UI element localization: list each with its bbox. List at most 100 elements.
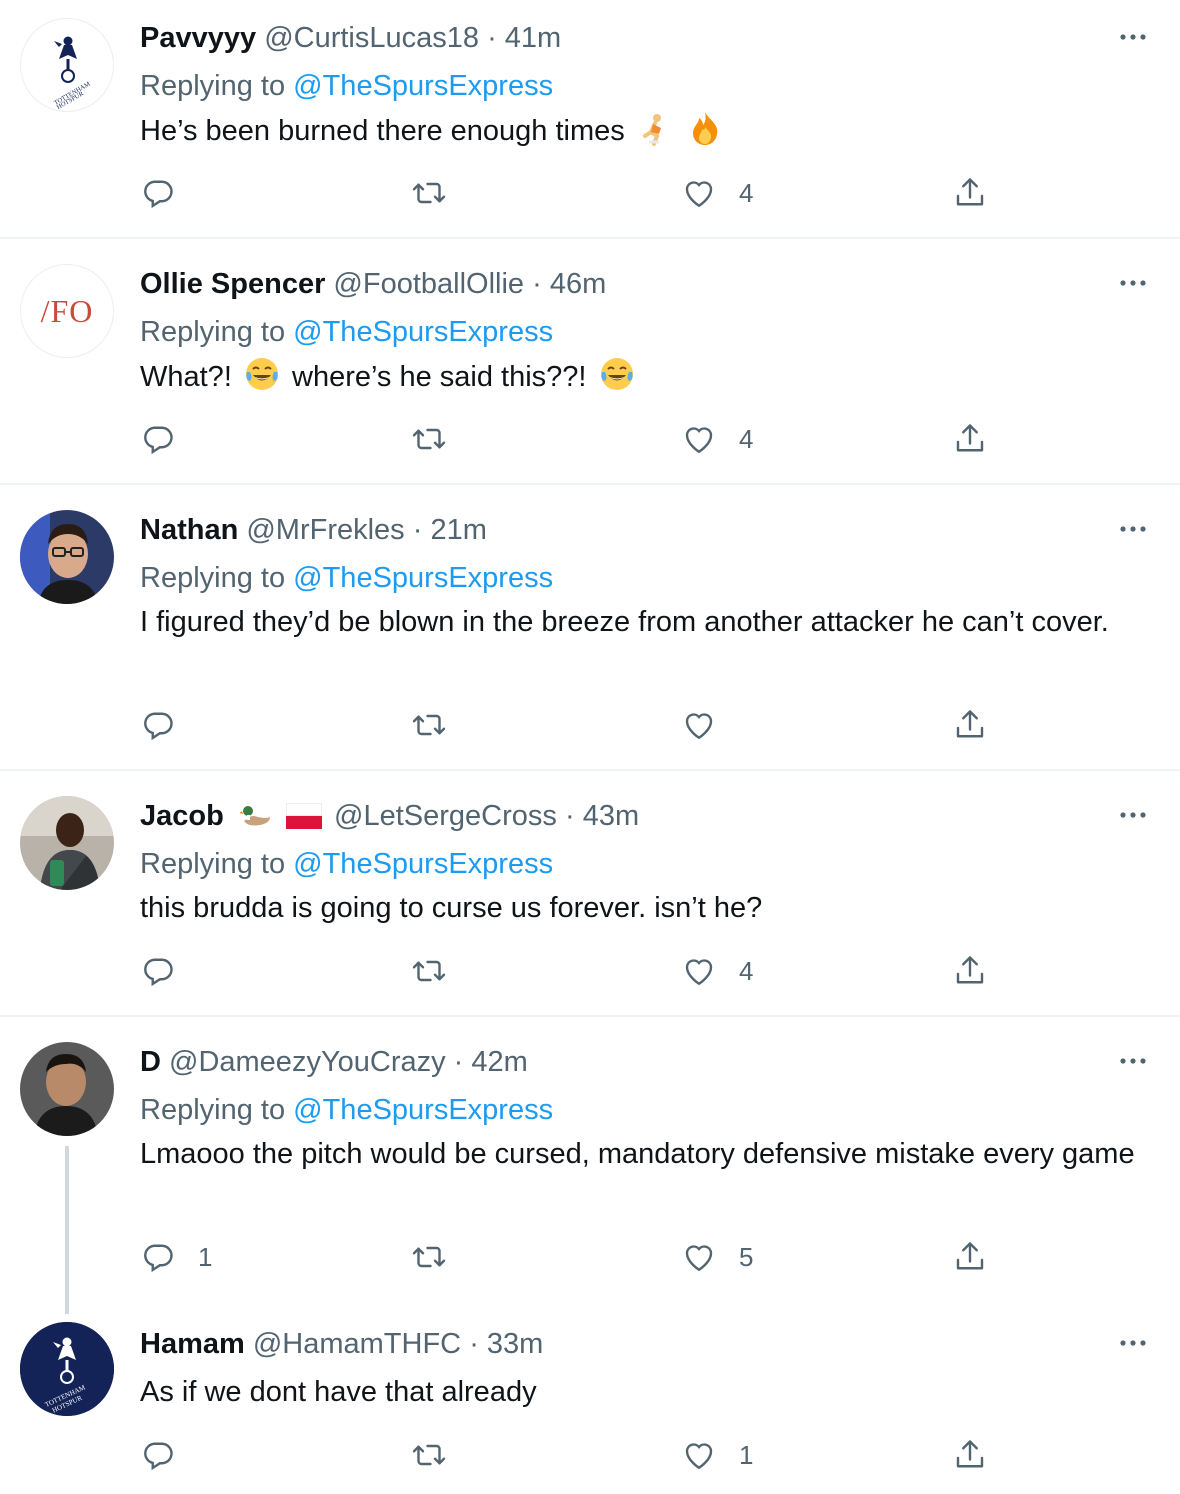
fire-emoji-icon xyxy=(692,112,718,145)
share-button[interactable] xyxy=(952,173,988,213)
reply-button[interactable]: 1 xyxy=(140,1237,212,1277)
like-count: 1 xyxy=(739,1439,754,1470)
timestamp[interactable]: 42m xyxy=(471,1046,527,1078)
heart-icon xyxy=(681,953,717,989)
tweet[interactable]: TOTTENHAM HOTSPUR Pavvyyy @CurtisLucas18… xyxy=(0,0,1180,238)
like-count: 4 xyxy=(739,423,754,454)
retweet-button[interactable] xyxy=(411,1435,447,1475)
replying-to: Replying to @TheSpursExpress xyxy=(140,312,553,352)
reply-button[interactable] xyxy=(140,951,198,991)
display-name[interactable]: Jacob xyxy=(140,800,224,832)
user-handle[interactable]: @FootballOllie xyxy=(333,268,524,300)
retweet-button[interactable] xyxy=(411,705,447,745)
user-handle[interactable]: @LetSergeCross xyxy=(334,800,557,832)
tweet-text: He’s been burned there enough times xyxy=(140,110,1140,151)
mention-link[interactable]: @TheSpursExpress xyxy=(293,316,553,348)
share-button[interactable] xyxy=(952,1237,988,1277)
replying-label: Replying to xyxy=(140,1094,286,1126)
timestamp[interactable]: 43m xyxy=(583,800,639,832)
display-name[interactable]: D xyxy=(140,1046,161,1078)
retweet-button[interactable] xyxy=(411,951,447,991)
tweet[interactable]: /FO Ollie Spencer @FootballOllie · 46m R… xyxy=(0,239,1180,483)
mention-link[interactable]: @TheSpursExpress xyxy=(293,1094,553,1126)
share-icon xyxy=(952,421,988,457)
more-icon[interactable] xyxy=(1118,27,1148,47)
heart-icon xyxy=(681,1437,717,1473)
more-icon[interactable] xyxy=(1118,273,1148,293)
replying-to: Replying to @TheSpursExpress xyxy=(140,66,553,106)
heart-icon xyxy=(681,421,717,457)
like-button[interactable] xyxy=(681,705,739,745)
user-handle[interactable]: @HamamTHFC xyxy=(253,1328,461,1360)
replying-label: Replying to xyxy=(140,562,286,594)
tweet[interactable]: Jacob @LetSergeCross · 43m Replying to @… xyxy=(0,771,1180,1015)
like-button[interactable]: 5 xyxy=(681,1237,753,1277)
avatar[interactable] xyxy=(20,1042,114,1136)
replying-to: Replying to @TheSpursExpress xyxy=(140,558,553,598)
separator: · xyxy=(412,514,423,546)
retweet-button[interactable] xyxy=(411,1237,447,1277)
tweet-text: What?! where’s he said this??! xyxy=(140,356,1140,397)
mention-link[interactable]: @TheSpursExpress xyxy=(293,562,553,594)
like-count: 4 xyxy=(739,177,754,208)
like-count: 4 xyxy=(739,955,754,986)
like-button[interactable]: 4 xyxy=(681,419,753,459)
user-handle[interactable]: @CurtisLucas18 xyxy=(264,22,479,54)
tweet-actions: 1 5 xyxy=(0,1237,1180,1277)
avatar-logo-text: /FO xyxy=(40,292,94,329)
timestamp[interactable]: 41m xyxy=(505,22,561,54)
avatar[interactable]: TOTTENHAM HOTSPUR xyxy=(20,1322,114,1416)
reply-icon xyxy=(140,1239,176,1275)
display-name[interactable]: Pavvyyy xyxy=(140,22,256,54)
retweet-button[interactable] xyxy=(411,419,447,459)
reply-button[interactable] xyxy=(140,1435,198,1475)
reply-button[interactable] xyxy=(140,705,198,745)
share-button[interactable] xyxy=(952,705,988,745)
more-icon[interactable] xyxy=(1118,519,1148,539)
more-icon[interactable] xyxy=(1118,1051,1148,1071)
retweet-icon xyxy=(411,421,447,457)
tweet[interactable]: TOTTENHAM HOTSPUR Hamam @HamamTHFC · 33m… xyxy=(0,1307,1180,1494)
like-button[interactable]: 4 xyxy=(681,951,753,991)
like-button[interactable]: 4 xyxy=(681,173,753,213)
reply-icon xyxy=(140,707,176,743)
tweet-text: this brudda is going to curse us forever… xyxy=(140,892,763,924)
reply-button[interactable] xyxy=(140,173,198,213)
user-handle[interactable]: @MrFrekles xyxy=(246,514,404,546)
tears-of-joy-emoji-icon xyxy=(600,358,633,390)
like-button[interactable]: 1 xyxy=(681,1435,753,1475)
retweet-icon xyxy=(411,175,447,211)
retweet-button[interactable] xyxy=(411,173,447,213)
avatar[interactable]: TOTTENHAM HOTSPUR xyxy=(20,18,114,112)
more-icon[interactable] xyxy=(1118,1333,1148,1353)
share-button[interactable] xyxy=(952,951,988,991)
mention-link[interactable]: @TheSpursExpress xyxy=(293,70,553,102)
display-name[interactable]: Ollie Spencer xyxy=(140,268,325,300)
avatar[interactable] xyxy=(20,510,114,604)
poland-flag-icon xyxy=(285,803,322,829)
duck-emoji-icon xyxy=(239,806,270,826)
timestamp[interactable]: 46m xyxy=(550,268,606,300)
display-name[interactable]: Hamam xyxy=(140,1328,245,1360)
more-icon[interactable] xyxy=(1118,805,1148,825)
user-handle[interactable]: @DameezyYouCrazy xyxy=(169,1046,446,1078)
share-icon xyxy=(952,175,988,211)
tweet-header: Hamam @HamamTHFC · 33m xyxy=(140,1324,543,1364)
user-photo xyxy=(20,510,114,604)
share-button[interactable] xyxy=(952,419,988,459)
tweet-header: Ollie Spencer @FootballOllie · 46m xyxy=(140,264,606,304)
tweet[interactable]: Nathan @MrFrekles · 21m Replying to @The… xyxy=(0,485,1180,769)
tears-of-joy-emoji-icon xyxy=(245,358,278,390)
reply-button[interactable] xyxy=(140,419,198,459)
avatar[interactable] xyxy=(20,796,114,890)
share-button[interactable] xyxy=(952,1435,988,1475)
timestamp[interactable]: 33m xyxy=(487,1328,543,1360)
timestamp[interactable]: 21m xyxy=(430,514,486,546)
reply-icon xyxy=(140,953,176,989)
tottenham-crest-icon: TOTTENHAM HOTSPUR xyxy=(53,36,92,111)
display-name[interactable]: Nathan xyxy=(140,514,238,546)
tweet[interactable]: D @DameezyYouCrazy · 42m Replying to @Th… xyxy=(0,1017,1180,1307)
tweet-actions xyxy=(0,705,1180,745)
avatar[interactable]: /FO xyxy=(20,264,114,358)
mention-link[interactable]: @TheSpursExpress xyxy=(293,848,553,880)
